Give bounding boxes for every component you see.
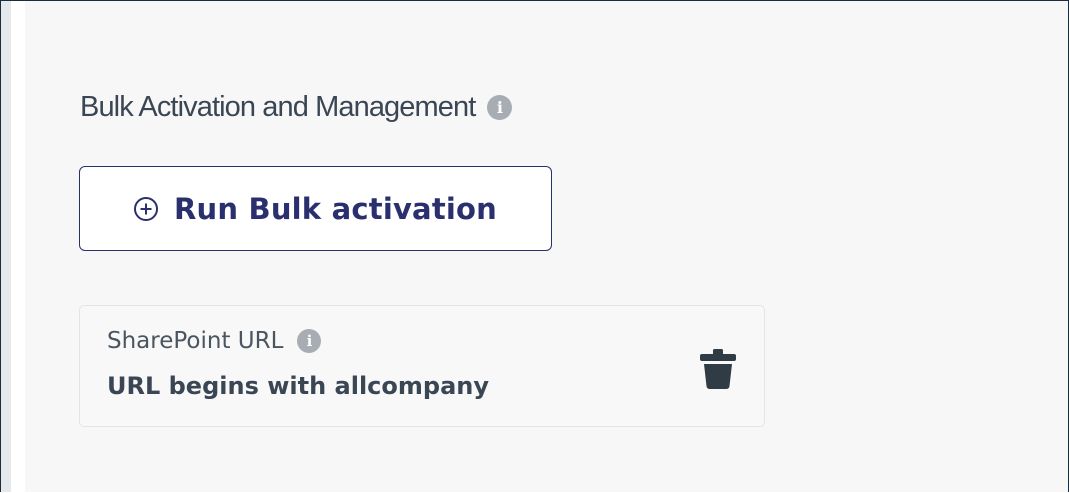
rule-card: SharePoint URL i URL begins with allcomp… [79,305,765,427]
delete-rule-button[interactable] [696,347,740,391]
plus-circle-icon [134,196,158,221]
left-rail [1,1,11,492]
section-title: Bulk Activation and Management [80,90,476,123]
field-info-icon[interactable]: i [297,329,322,353]
run-bulk-activation-label: Run Bulk activation [174,191,497,226]
info-icon[interactable]: i [487,94,513,120]
section-header: Bulk Activation and Management i [80,87,513,127]
rule-condition: URL begins with allcompany [107,372,489,400]
trash-icon [700,349,736,389]
rule-field-label: SharePoint URL [107,328,284,354]
settings-frame: Bulk Activation and Management i Run Bul… [0,0,1069,492]
rule-field-row: SharePoint URL i [107,328,322,354]
run-bulk-activation-button[interactable]: Run Bulk activation [79,166,552,251]
